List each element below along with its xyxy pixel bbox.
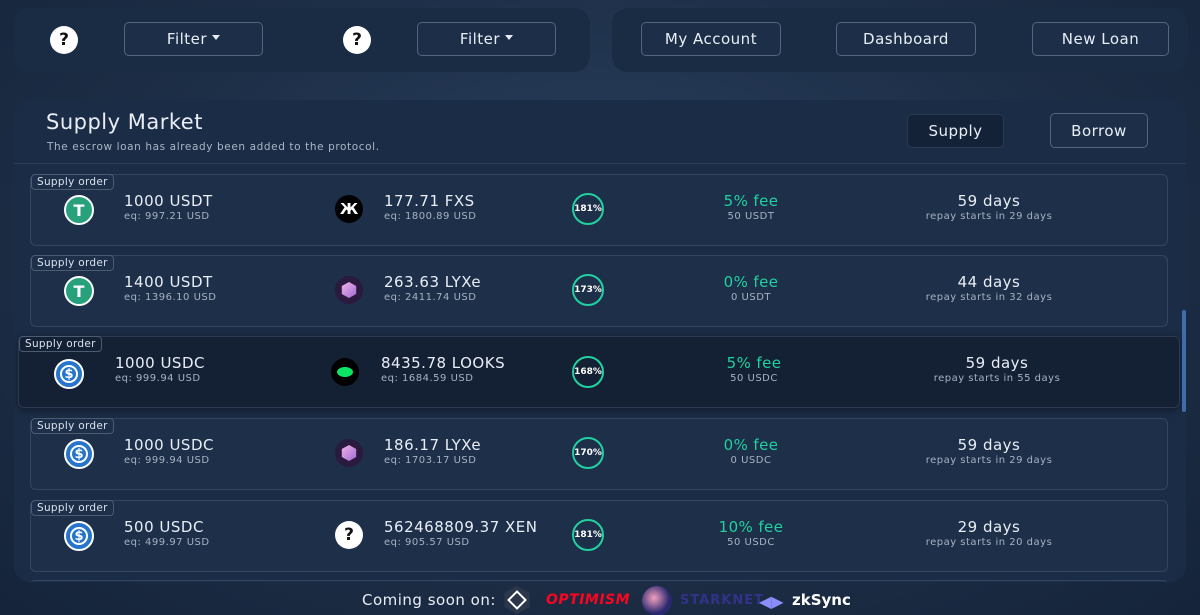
table-row[interactable] bbox=[30, 580, 1168, 582]
supply-amount: 500 USDC bbox=[124, 518, 204, 536]
optimism-logo: OPTIMISM bbox=[546, 592, 631, 608]
repay-start: repay starts in 55 days bbox=[933, 373, 1061, 384]
tab-borrow[interactable]: Borrow bbox=[1050, 113, 1148, 148]
repay-start: repay starts in 20 days bbox=[925, 537, 1053, 548]
dashboard-button[interactable]: Dashboard bbox=[836, 22, 976, 56]
supply-eq: eq: 499.97 USD bbox=[124, 537, 210, 548]
supply-eq: eq: 1396.10 USD bbox=[124, 292, 217, 303]
loan-duration: 44 days bbox=[957, 273, 1021, 291]
fee-amount: 50 USDT bbox=[727, 211, 775, 222]
supply-amount: 1000 USDC bbox=[115, 354, 205, 372]
supply-amount: 1400 USDT bbox=[124, 273, 213, 291]
footer: Coming soon on: OPTIMISM STARKNET ◀▶ zkS… bbox=[0, 586, 1200, 615]
filter-button-2[interactable]: Filter bbox=[417, 22, 556, 56]
table-row[interactable]: Supply order $ 1000 USDC eq: 999.94 USD … bbox=[30, 418, 1168, 490]
my-account-button[interactable]: My Account bbox=[641, 22, 781, 56]
zksync-logo: zkSync bbox=[792, 591, 851, 609]
usdc-icon: $ bbox=[64, 521, 94, 551]
zksync-icon: ◀▶ bbox=[759, 592, 784, 611]
loan-duration: 59 days bbox=[957, 436, 1021, 454]
collateral-amount: 8435.78 LOOKS bbox=[381, 354, 506, 372]
collateral-ratio-badge: 173% bbox=[572, 274, 604, 306]
fee: 5% fee bbox=[726, 354, 782, 372]
unknown-token-icon: ? bbox=[335, 521, 363, 549]
fee-amount: 0 USDT bbox=[730, 292, 772, 303]
supply-eq: eq: 997.21 USD bbox=[124, 211, 210, 222]
supply-order-tag: Supply order bbox=[19, 336, 102, 352]
collateral-eq: eq: 1684.59 USD bbox=[381, 373, 474, 384]
collateral-amount: 562468809.37 XEN bbox=[384, 518, 538, 536]
loan-duration: 59 days bbox=[965, 354, 1029, 372]
supply-order-tag: Supply order bbox=[31, 174, 114, 190]
filter-label: Filter bbox=[166, 30, 208, 48]
supply-eq: eq: 999.94 USD bbox=[124, 455, 210, 466]
lyxe-icon bbox=[335, 276, 363, 304]
collateral-eq: eq: 2411.74 USD bbox=[384, 292, 477, 303]
collateral-amount: 186.17 LYXe bbox=[384, 436, 482, 454]
usdc-icon: $ bbox=[64, 439, 94, 469]
fee-amount: 0 USDC bbox=[730, 455, 772, 466]
new-loan-button[interactable]: New Loan bbox=[1032, 22, 1169, 56]
scrollbar[interactable] bbox=[1182, 310, 1186, 412]
panel-header: Supply Market The escrow loan has alread… bbox=[14, 100, 1186, 164]
nav-bar: My Account Dashboard New Loan bbox=[612, 8, 1188, 72]
usdt-icon: T bbox=[64, 195, 94, 225]
filter-button-1[interactable]: Filter bbox=[124, 22, 263, 56]
fee: 0% fee bbox=[723, 436, 779, 454]
table-row[interactable]: Supply order $ 500 USDC eq: 499.97 USD ?… bbox=[30, 500, 1168, 572]
supply-order-tag: Supply order bbox=[31, 500, 114, 516]
supply-eq: eq: 999.94 USD bbox=[115, 373, 201, 384]
looks-icon bbox=[331, 358, 359, 386]
collateral-ratio-badge: 168% bbox=[572, 356, 604, 388]
coming-soon-label: Coming soon on: bbox=[362, 591, 496, 609]
lyxe-icon bbox=[335, 439, 363, 467]
help-icon[interactable]: ? bbox=[343, 26, 371, 54]
loan-duration: 29 days bbox=[957, 518, 1021, 536]
collateral-eq: eq: 1703.17 USD bbox=[384, 455, 477, 466]
collateral-ratio-badge: 181% bbox=[572, 193, 604, 225]
usdt-icon: T bbox=[64, 276, 94, 306]
table-row[interactable]: Supply order $ 1000 USDC eq: 999.94 USD … bbox=[18, 336, 1180, 408]
filter-bar: ? Filter ? Filter bbox=[14, 8, 590, 72]
supply-amount: 1000 USDC bbox=[124, 436, 214, 454]
caret-down-icon bbox=[505, 34, 514, 40]
collateral-amount: 263.63 LYXe bbox=[384, 273, 482, 291]
help-icon[interactable]: ? bbox=[50, 26, 78, 54]
fee-amount: 50 USDC bbox=[727, 537, 775, 548]
repay-start: repay starts in 32 days bbox=[925, 292, 1053, 303]
arbitrum-icon bbox=[504, 586, 530, 614]
repay-start: repay starts in 29 days bbox=[925, 211, 1053, 222]
page-title: Supply Market bbox=[46, 110, 203, 134]
fee: 10% fee bbox=[718, 518, 784, 536]
starknet-logo: STARKNET bbox=[680, 593, 764, 608]
fee: 0% fee bbox=[723, 273, 779, 291]
table-row[interactable]: Supply order T 1000 USDT eq: 997.21 USD … bbox=[30, 174, 1168, 246]
fee: 5% fee bbox=[723, 192, 779, 210]
supply-order-tag: Supply order bbox=[31, 255, 114, 271]
collateral-ratio-badge: 170% bbox=[572, 437, 604, 469]
collateral-ratio-badge: 181% bbox=[572, 519, 604, 551]
repay-start: repay starts in 29 days bbox=[925, 455, 1053, 466]
page-subtitle: The escrow loan has already been added t… bbox=[47, 141, 380, 153]
filter-label: Filter bbox=[459, 30, 501, 48]
table-row[interactable]: Supply order T 1400 USDT eq: 1396.10 USD… bbox=[30, 255, 1168, 327]
usdc-icon: $ bbox=[54, 359, 84, 389]
fxs-icon: Ж bbox=[335, 195, 363, 223]
collateral-amount: 177.71 FXS bbox=[384, 192, 475, 210]
tab-supply[interactable]: Supply bbox=[907, 114, 1004, 148]
collateral-eq: eq: 905.57 USD bbox=[384, 537, 470, 548]
starknet-icon bbox=[642, 586, 672, 615]
supply-amount: 1000 USDT bbox=[124, 192, 213, 210]
supply-market-panel: Supply Market The escrow loan has alread… bbox=[14, 100, 1186, 582]
caret-down-icon bbox=[212, 34, 221, 40]
collateral-eq: eq: 1800.89 USD bbox=[384, 211, 477, 222]
supply-order-tag: Supply order bbox=[31, 418, 114, 434]
loan-duration: 59 days bbox=[957, 192, 1021, 210]
fee-amount: 50 USDC bbox=[730, 373, 778, 384]
